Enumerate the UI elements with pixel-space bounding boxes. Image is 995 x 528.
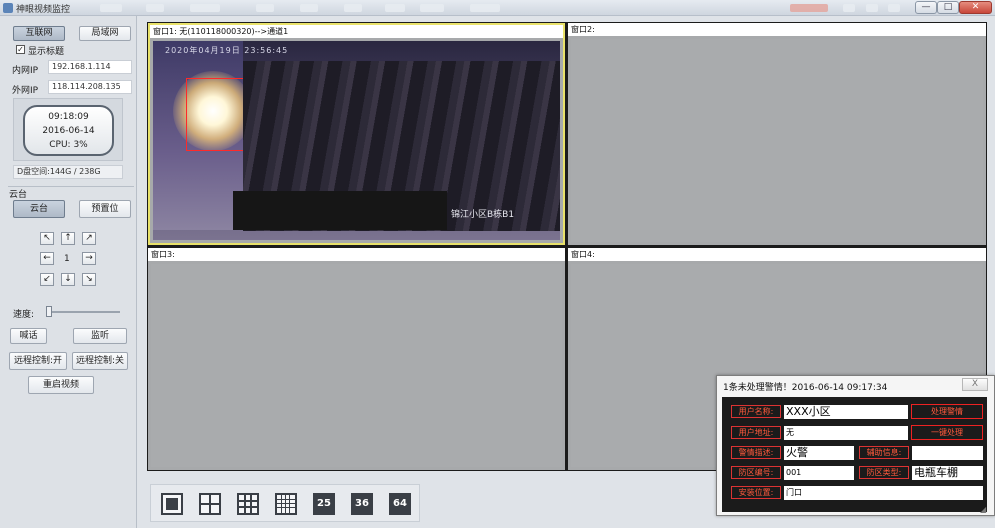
layout-1-icon[interactable] — [161, 493, 183, 515]
minimize-button[interactable]: — — [915, 1, 937, 14]
pane-3-title: 窗口3: — [148, 248, 565, 261]
ptz-down-left-icon[interactable]: ↙ — [40, 273, 54, 286]
speed-slider-track[interactable] — [47, 311, 120, 313]
user-address-value: 无 — [784, 426, 908, 440]
feed-date-overlay: 2020年04月19日 23:56:45 — [165, 46, 289, 55]
pane-4-title: 窗口4: — [568, 248, 986, 261]
inner-ip-label: 内网IP — [12, 66, 39, 76]
zone-number-value: 001 — [784, 466, 854, 480]
menu-placeholder — [344, 4, 362, 12]
speed-label: 速度: — [13, 310, 35, 320]
resize-grip-icon[interactable]: ◢ — [980, 505, 992, 514]
ptz-left-icon[interactable]: ← — [40, 252, 54, 265]
menu-placeholder — [420, 4, 444, 12]
ptz-button[interactable]: 云台 — [13, 200, 65, 218]
layout-25-button[interactable]: 25 — [313, 493, 335, 515]
user-name-value: XXX小区 — [784, 405, 908, 419]
panel-divider — [136, 16, 137, 528]
inner-ip-field[interactable]: 192.168.1.114 — [48, 60, 132, 74]
install-location-value: 门口 — [784, 486, 983, 500]
feed-location-overlay: 锦江小区B栋B1 — [451, 210, 515, 220]
video-pane-1[interactable]: 窗口1: 无(110118000320)-->通道1 2020年04月19日 2… — [148, 23, 565, 245]
layout-4-icon[interactable] — [199, 493, 221, 515]
clock-display: 09:18:09 2016-06-14 CPU: 3% — [23, 105, 114, 156]
detection-box — [186, 78, 249, 151]
menu-placeholder — [866, 4, 878, 12]
layout-64-button[interactable]: 64 — [389, 493, 411, 515]
pane-3-feed[interactable] — [151, 264, 562, 467]
layout-16-icon[interactable] — [275, 493, 297, 515]
internet-button[interactable]: 互联网 — [13, 26, 65, 41]
zone-number-label: 防区编号: — [731, 466, 781, 479]
menu-placeholder — [256, 4, 274, 12]
menu-placeholder — [888, 4, 900, 12]
ptz-up-icon[interactable]: ↑ — [61, 232, 75, 245]
menu-placeholder — [190, 4, 220, 12]
menu-placeholder — [470, 4, 500, 12]
remote-on-button[interactable]: 远程控制:开 — [9, 352, 67, 370]
layout-9-icon[interactable] — [237, 493, 259, 515]
ptz-right-icon[interactable]: → — [82, 252, 96, 265]
menu-placeholder — [385, 4, 405, 12]
layout-toolbar: 25 36 64 — [150, 484, 420, 522]
one-key-handle-button[interactable]: 一键处理 — [911, 425, 983, 440]
ptz-up-left-icon[interactable]: ↖ — [40, 232, 54, 245]
menu-placeholder — [790, 4, 828, 12]
restart-video-button[interactable]: 重启视频 — [28, 376, 94, 394]
show-title-label: 显示标题 — [28, 47, 65, 57]
speed-slider-thumb[interactable] — [46, 306, 52, 317]
ptz-down-right-icon[interactable]: ↘ — [82, 273, 96, 286]
ptz-up-right-icon[interactable]: ↗ — [82, 232, 96, 245]
app-icon — [3, 3, 13, 13]
video-pane-3[interactable]: 窗口3: — [148, 248, 565, 470]
listen-button[interactable]: 监听 — [73, 328, 127, 344]
layout-36-button[interactable]: 36 — [351, 493, 373, 515]
disk-space: D盘空间:144G / 238G — [13, 165, 123, 179]
alarm-close-button[interactable]: X — [962, 378, 988, 391]
maximize-button[interactable]: □ — [937, 1, 959, 14]
remote-off-button[interactable]: 远程控制:关 — [72, 352, 128, 370]
user-address-label: 用户地址: — [731, 426, 781, 439]
ptz-down-icon[interactable]: ↓ — [61, 273, 75, 286]
alarm-details: 用户名称: XXX小区 处理警情 用户地址: 无 一键处理 警情描述: 火警 辅… — [722, 397, 987, 512]
alarm-popup: 1条未处理警情！2016-06-14 09:17:34 X 用户名称: XXX小… — [716, 375, 995, 516]
outer-ip-label: 外网IP — [12, 86, 39, 96]
ptz-step-value: 1 — [64, 254, 70, 264]
menu-placeholder — [146, 4, 164, 12]
zone-type-label: 防区类型: — [859, 466, 909, 479]
video-pane-2[interactable]: 窗口2: — [568, 23, 986, 245]
alarm-desc-value: 火警 — [784, 446, 854, 460]
privacy-mask — [233, 191, 447, 230]
outer-ip-field[interactable]: 118.114.208.135 — [48, 80, 132, 94]
menu-placeholder — [843, 4, 855, 12]
aux-info-value — [912, 446, 983, 460]
zone-type-value: 电瓶车棚 — [912, 466, 983, 480]
status-box: 09:18:09 2016-06-14 CPU: 3% — [13, 98, 123, 161]
title-bar: 神眼视频监控 — □ ✕ — [0, 0, 995, 16]
show-title-checkbox[interactable]: ✓ — [16, 45, 25, 54]
install-location-label: 安装位置: — [731, 486, 781, 499]
camera-feed[interactable]: 2020年04月19日 23:56:45 锦江小区B栋B1 — [153, 41, 560, 240]
pane-2-title: 窗口2: — [568, 23, 986, 36]
ptz-section-label: 云台 — [9, 190, 28, 200]
alarm-title: 1条未处理警情！2016-06-14 09:17:34 — [723, 383, 888, 393]
aux-info-label: 辅助信息: — [859, 446, 909, 459]
handle-alarm-button[interactable]: 处理警情 — [911, 404, 983, 419]
clock-time: 09:18:09 — [48, 112, 89, 122]
clock-date: 2016-06-14 — [42, 126, 95, 136]
user-name-label: 用户名称: — [731, 405, 781, 418]
talk-button[interactable]: 喊话 — [10, 328, 47, 344]
close-button[interactable]: ✕ — [959, 1, 992, 14]
alarm-desc-label: 警情描述: — [731, 446, 781, 459]
lan-button[interactable]: 局域网 — [79, 26, 131, 41]
menu-placeholder — [300, 4, 318, 12]
menu-placeholder — [100, 4, 122, 12]
cpu-usage: CPU: 3% — [49, 140, 88, 150]
window-title: 神眼视频监控 — [16, 5, 71, 15]
pane-1-title: 窗口1: 无(110118000320)-->通道1 — [150, 25, 563, 38]
pane-2-feed[interactable] — [571, 39, 983, 242]
preset-button[interactable]: 预置位 — [79, 200, 131, 218]
